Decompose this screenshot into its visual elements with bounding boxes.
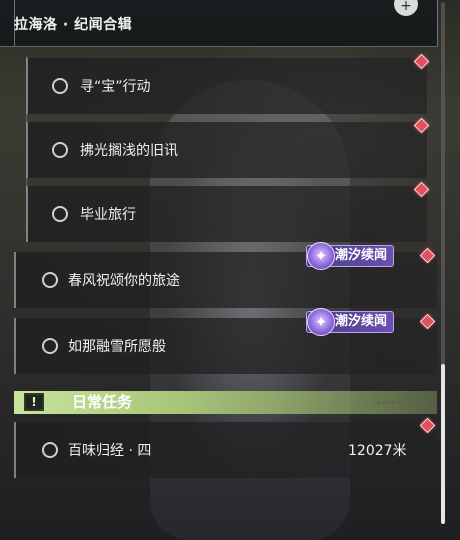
quest-label: 寻“宝”行动 [80, 79, 151, 95]
badge-label: 潮汐续闻 [335, 314, 388, 329]
daily-quest-item[interactable]: 百味归经 · 四 12027米 [14, 422, 437, 478]
quest-distance: 12027米 [348, 443, 407, 459]
expand-icon[interactable]: + [394, 0, 418, 16]
quest-status-circle [42, 442, 58, 458]
header-right-edge [437, 0, 438, 46]
quest-status-circle [52, 206, 68, 222]
quest-label: 毕业旅行 [80, 207, 136, 223]
quest-label: 拂光搁浅的旧讯 [80, 143, 178, 159]
quest-item[interactable]: 寻“宝”行动 [26, 58, 427, 114]
quest-status-circle [42, 338, 58, 354]
daily-section-title: 日常任务 [72, 393, 133, 411]
quest-status-circle [42, 272, 58, 288]
section-decoration: ▪▪▪▪▪▪▪▪▪▪ [376, 399, 427, 406]
scrollbar[interactable] [441, 2, 445, 524]
badge-label: 潮汐续闻 [335, 248, 388, 263]
quest-label: 春风祝颂你的旅途 [68, 273, 180, 289]
quest-status-circle [52, 78, 68, 94]
tidal-emblem-icon: ✦ [307, 308, 335, 336]
tidal-continuation-badge: ✦ 潮汐续闻 [306, 242, 395, 270]
quest-status-circle [52, 142, 68, 158]
quest-item[interactable]: 毕业旅行 [26, 186, 427, 242]
scrollbar-thumb[interactable] [441, 364, 445, 524]
quest-group-header[interactable]: + 拉海洛 · 纪闻合辑 [0, 0, 438, 47]
quest-label: 百味归经 · 四 [68, 443, 152, 459]
tidal-continuation-badge: ✦ 潮汐续闻 [306, 308, 395, 336]
quest-item[interactable]: 拂光搁浅的旧讯 [26, 122, 427, 178]
quest-label: 如那融雪所愿般 [68, 339, 166, 355]
quest-group-title: 拉海洛 · 纪闻合辑 [14, 17, 133, 33]
tidal-emblem-icon: ✦ [307, 242, 335, 270]
